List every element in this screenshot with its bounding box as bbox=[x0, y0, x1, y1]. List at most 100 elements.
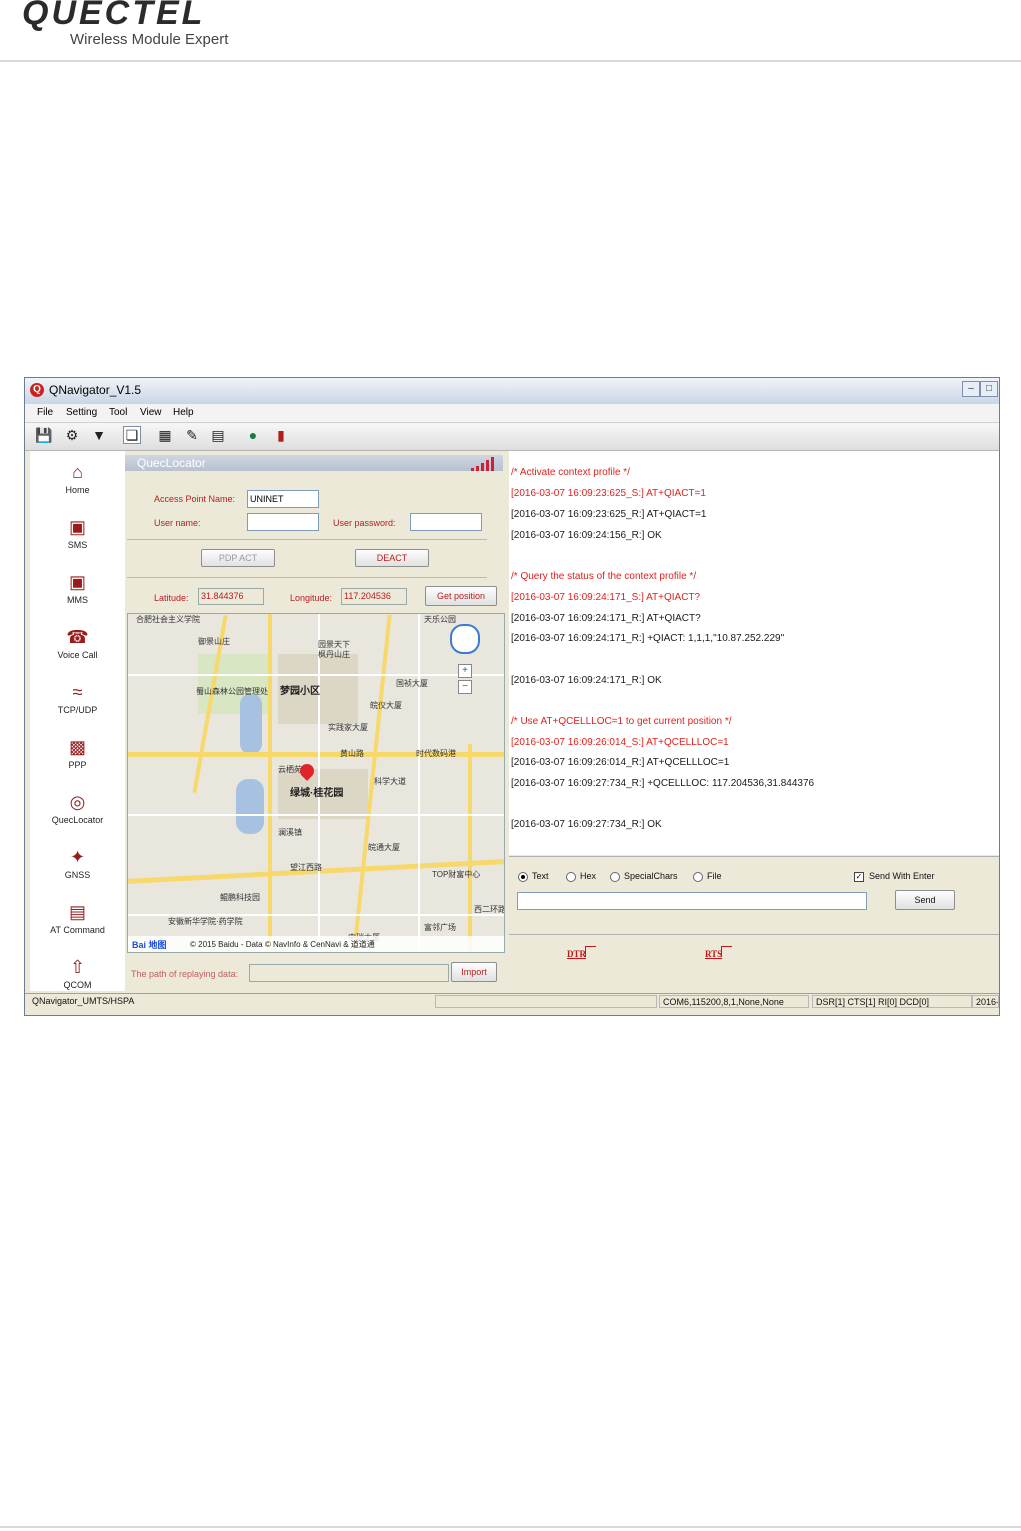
divider bbox=[127, 539, 487, 540]
map-view[interactable]: 合肥社会主义学院 御景山庄 天乐公园 园景天下 枫丹山庄 蜀山森林公园管理处 梦… bbox=[127, 613, 505, 953]
baidu-logo: Bai 地图 bbox=[132, 940, 167, 950]
copyright-text: © 2015 Baidu - Data © NavInfo & CenNavi … bbox=[190, 940, 375, 949]
user-password-field[interactable] bbox=[410, 513, 482, 531]
apn-field[interactable]: UNINET bbox=[247, 490, 319, 508]
map-label: 澜溪镇 bbox=[278, 828, 302, 837]
log-line: /* Activate context profile */ bbox=[511, 467, 630, 478]
wifi-icon: ≈ bbox=[72, 682, 83, 702]
settings-icon[interactable]: ⚙ bbox=[63, 426, 81, 444]
apn-label: Access Point Name: bbox=[154, 494, 236, 504]
rts-signal[interactable]: RTS bbox=[705, 949, 722, 959]
longitude-label: Longitude: bbox=[290, 593, 333, 603]
zoom-in-button[interactable]: + bbox=[458, 664, 472, 678]
minimize-button[interactable]: – bbox=[962, 381, 980, 397]
map-label: 富邻广场 bbox=[424, 923, 456, 932]
menu-tool[interactable]: Tool bbox=[109, 407, 127, 418]
menu-view[interactable]: View bbox=[140, 407, 162, 418]
upload-icon: ⇧ bbox=[69, 957, 86, 977]
nav-item-voice-call[interactable]: ☎ Voice Call bbox=[30, 620, 125, 675]
lake bbox=[236, 779, 264, 834]
rts-indicator-icon bbox=[721, 946, 732, 957]
nav-label: MMS bbox=[67, 595, 88, 605]
signal-strength-icon bbox=[471, 457, 499, 471]
map-label: 实践家大厦 bbox=[328, 723, 368, 732]
user-name-label: User name: bbox=[154, 518, 201, 528]
deact-button[interactable]: DEACT bbox=[355, 549, 429, 567]
notes-icon[interactable]: ▤ bbox=[209, 426, 227, 444]
logo-brand-text: QUECTEL bbox=[22, 0, 206, 32]
grid-icon[interactable]: ▦ bbox=[156, 426, 174, 444]
longitude-value: 117.204536 bbox=[341, 588, 407, 605]
dtr-indicator-icon bbox=[585, 946, 596, 957]
logo-tagline: Wireless Module Expert bbox=[70, 31, 229, 48]
road bbox=[268, 614, 272, 952]
send-button[interactable]: Send bbox=[895, 890, 955, 910]
nav-item-tcp-udp[interactable]: ≈ TCP/UDP bbox=[30, 675, 125, 730]
save-icon[interactable]: 💾 bbox=[35, 426, 53, 444]
replay-path-field[interactable] bbox=[249, 964, 449, 982]
map-label: 御景山庄 bbox=[198, 637, 230, 646]
log-line: [2016-03-07 16:09:23:625_S:] AT+QIACT=1 bbox=[511, 488, 706, 499]
mode-hex-radio[interactable] bbox=[566, 872, 576, 882]
dtr-signal[interactable]: DTR bbox=[567, 949, 586, 959]
app-icon: Q bbox=[30, 383, 44, 397]
nav-item-mms[interactable]: ▣ MMS bbox=[30, 565, 125, 620]
get-position-button[interactable]: Get position bbox=[425, 586, 497, 606]
nav-label: Voice Call bbox=[57, 650, 98, 660]
pan-control[interactable] bbox=[450, 624, 480, 654]
nav-item-at-command[interactable]: ▤ AT Command bbox=[30, 895, 125, 950]
title-bar: Q QNavigator_V1.5 – □ bbox=[25, 378, 999, 404]
app-window: Q QNavigator_V1.5 – □ File Setting Tool … bbox=[24, 377, 1000, 1016]
nav-item-sms[interactable]: ▣ SMS bbox=[30, 510, 125, 565]
street bbox=[128, 814, 504, 816]
send-with-enter-checkbox[interactable]: ✓ bbox=[854, 872, 864, 882]
mode-hex-label: Hex bbox=[580, 871, 597, 881]
module-icon[interactable]: ▮ bbox=[272, 426, 290, 444]
mode-file-radio[interactable] bbox=[693, 872, 703, 882]
log-line: /* Query the status of the context profi… bbox=[511, 571, 697, 582]
broom-icon[interactable]: ✎ bbox=[183, 426, 201, 444]
nav-item-gnss[interactable]: ✦ GNSS bbox=[30, 840, 125, 895]
log-line: [2016-03-07 16:09:24:171_R:] AT+QIACT? bbox=[511, 613, 701, 624]
map-label: 黄山路 bbox=[340, 749, 364, 758]
status-date: 2016- bbox=[972, 995, 999, 1008]
nav-item-home[interactable]: ⌂ Home bbox=[30, 455, 125, 510]
latitude-label: Latitude: bbox=[154, 593, 189, 603]
new-page-icon[interactable]: ❏ bbox=[123, 426, 141, 444]
status-signals: DSR[1] CTS[1] RI[0] DCD[0] bbox=[812, 995, 972, 1008]
maximize-button[interactable]: □ bbox=[980, 381, 998, 397]
menu-setting[interactable]: Setting bbox=[66, 407, 97, 418]
import-button[interactable]: Import bbox=[451, 962, 497, 982]
filter-icon[interactable]: ▼ bbox=[90, 426, 108, 444]
map-label: 安徽新华学院·药学院 bbox=[168, 917, 243, 926]
pdp-act-button[interactable]: PDP ACT bbox=[201, 549, 275, 567]
sms-icon: ▣ bbox=[68, 517, 86, 537]
footer-divider bbox=[0, 1526, 1021, 1528]
nav-label: AT Command bbox=[50, 925, 105, 935]
mode-text-radio[interactable] bbox=[518, 872, 528, 882]
document-icon: ▤ bbox=[68, 902, 86, 922]
window-title: QNavigator_V1.5 bbox=[49, 383, 142, 397]
log-line: [2016-03-07 16:09:24:171_S:] AT+QIACT? bbox=[511, 592, 701, 603]
nav-item-queclocator[interactable]: ◎ QuecLocator bbox=[30, 785, 125, 840]
log-pane[interactable]: /* Activate context profile */ [2016-03-… bbox=[509, 451, 999, 855]
log-line: [2016-03-07 16:09:26:014_S:] AT+QCELLLOC… bbox=[511, 737, 729, 748]
user-name-field[interactable] bbox=[247, 513, 319, 531]
mms-icon: ▣ bbox=[68, 572, 86, 592]
send-area: Text Hex SpecialChars File ✓ Send With E… bbox=[509, 856, 999, 934]
menu-help[interactable]: Help bbox=[173, 407, 194, 418]
map-label: TOP财富中心 bbox=[432, 870, 481, 879]
log-line: /* Use AT+QCELLLOC=1 to get current posi… bbox=[511, 716, 732, 727]
latitude-value: 31.844376 bbox=[198, 588, 264, 605]
map-label: 云栖苑 bbox=[278, 765, 302, 774]
zoom-out-button[interactable]: − bbox=[458, 680, 472, 694]
menu-file[interactable]: File bbox=[37, 407, 53, 418]
globe-icon: ◎ bbox=[69, 792, 86, 812]
map-label: 合肥社会主义学院 bbox=[136, 615, 200, 624]
nav-item-ppp[interactable]: ▩ PPP bbox=[30, 730, 125, 785]
map-label: 皖仪大厦 bbox=[370, 701, 402, 710]
header-divider bbox=[0, 60, 1021, 62]
send-input[interactable] bbox=[517, 892, 867, 910]
globe-icon[interactable]: ● bbox=[244, 426, 262, 444]
mode-specialchars-radio[interactable] bbox=[610, 872, 620, 882]
